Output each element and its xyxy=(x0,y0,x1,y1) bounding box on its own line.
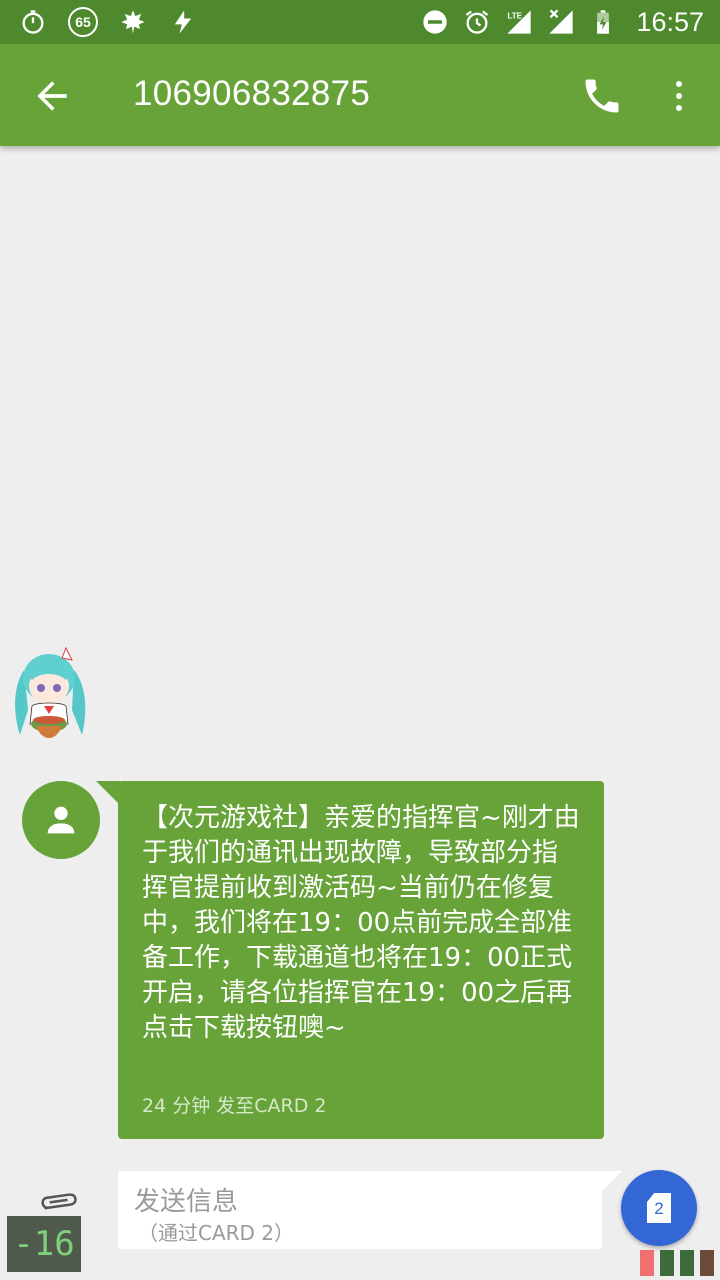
sender-avatar[interactable] xyxy=(22,781,100,859)
badge-65-icon: 65 xyxy=(68,7,98,37)
anime-sticker-image[interactable] xyxy=(6,640,92,745)
flash-icon xyxy=(168,7,198,37)
message-input[interactable]: 发送信息 （通过CARD 2） xyxy=(118,1171,602,1249)
battery-charging-icon xyxy=(588,7,618,37)
message-meta: 24 分钟 发至CARD 2 xyxy=(142,1095,327,1117)
color-bars-overlay xyxy=(640,1246,718,1276)
bar-green-2 xyxy=(680,1250,694,1276)
person-icon xyxy=(47,806,75,834)
sim-number: 2 xyxy=(654,1199,664,1218)
more-vert-icon[interactable] xyxy=(664,74,694,118)
status-bar: 65 LTE 16:57 xyxy=(0,0,720,44)
bar-green-1 xyxy=(660,1250,674,1276)
alarm-icon xyxy=(462,7,492,37)
compose-placeholder: 发送信息 xyxy=(134,1187,239,1217)
status-clock: 16:57 xyxy=(636,6,704,37)
stopwatch-icon xyxy=(18,7,48,37)
lte-text: LTE xyxy=(508,12,523,21)
bar-red xyxy=(640,1250,654,1276)
bar-brown xyxy=(700,1250,714,1276)
message-bubble[interactable]: 【次元游戏社】亲爱的指挥官~刚才由于我们的通讯出现故障，导致部分指挥官提前收到激… xyxy=(118,781,604,1139)
arrow-back-icon[interactable] xyxy=(30,74,74,118)
compose-tail xyxy=(598,1171,622,1195)
send-button[interactable]: 2 xyxy=(621,1170,697,1246)
compose-sim-label: （通过CARD 2） xyxy=(138,1221,295,1245)
counter-overlay: -16 xyxy=(7,1216,81,1272)
dnd-icon xyxy=(420,7,450,37)
signal-x-icon xyxy=(546,7,576,37)
bubble-tail xyxy=(96,781,120,805)
message-text: 【次元游戏社】亲爱的指挥官~刚才由于我们的通讯出现故障，导致部分指挥官提前收到激… xyxy=(142,803,580,1043)
conversation-title: 106906832875 xyxy=(133,74,371,113)
leaf-icon xyxy=(118,7,148,37)
app-bar: 106906832875 xyxy=(0,44,720,146)
phone-icon[interactable] xyxy=(580,74,624,118)
lte-signal-icon: LTE xyxy=(504,7,534,37)
sim-card-icon: 2 xyxy=(647,1193,671,1223)
